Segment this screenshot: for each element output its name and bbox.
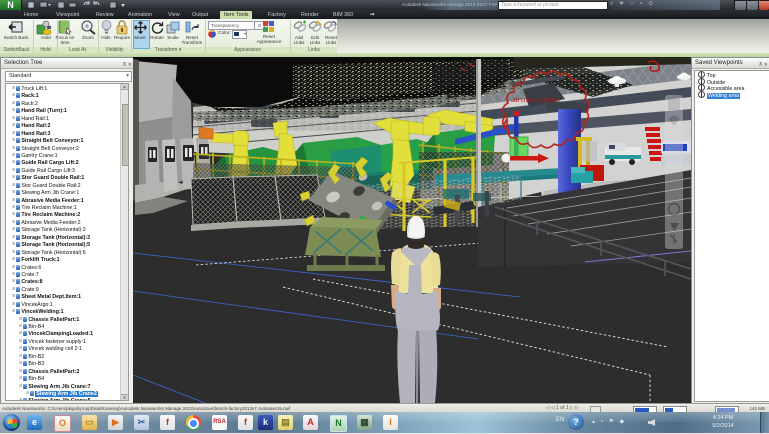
svg-text:Jib crane collision: Jib crane collision	[511, 97, 560, 104]
